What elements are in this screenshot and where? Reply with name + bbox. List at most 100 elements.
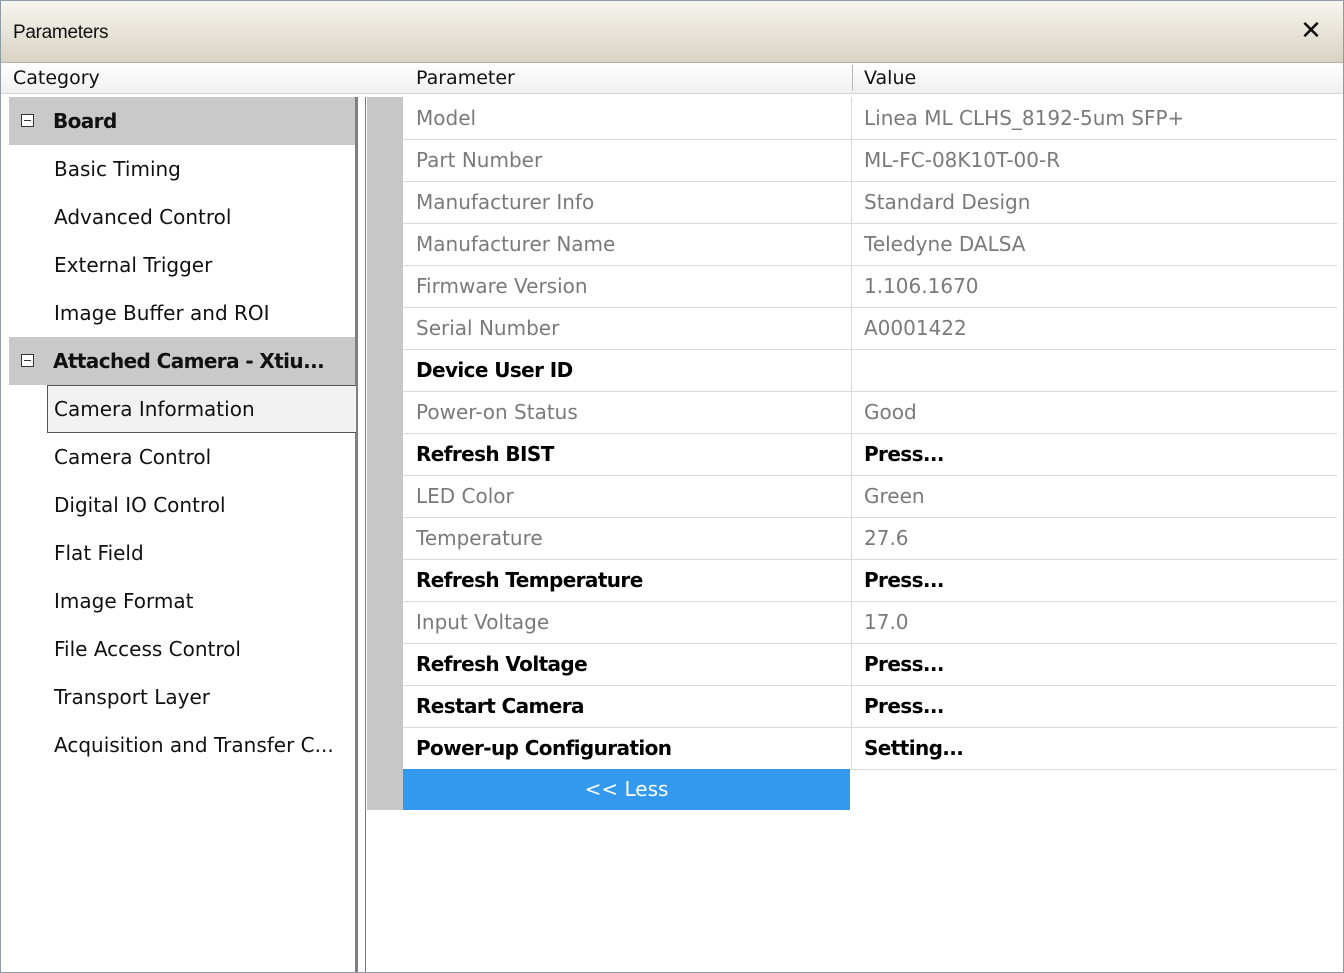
category-label: Board xyxy=(53,109,117,133)
parameter-row[interactable]: Power-up Configuration Setting... xyxy=(403,727,1337,770)
category-label: Basic Timing xyxy=(54,157,181,181)
category-item[interactable]: Basic Timing xyxy=(9,145,355,193)
cell-divider xyxy=(851,475,852,517)
column-header: Category Parameter Value xyxy=(1,63,1343,94)
parameter-value: 1.106.1670 xyxy=(864,274,979,298)
collapse-icon[interactable] xyxy=(21,354,34,367)
parameter-row[interactable]: Serial Number A0001422 xyxy=(403,307,1337,350)
category-label: Camera Control xyxy=(54,445,212,469)
cell-divider xyxy=(851,97,852,139)
parameter-name: Power-on Status xyxy=(416,400,578,424)
parameter-row[interactable]: Power-on Status Good xyxy=(403,391,1337,434)
category-item[interactable]: Advanced Control xyxy=(9,193,355,241)
cell-divider xyxy=(851,685,852,727)
parameter-name: Input Voltage xyxy=(416,610,550,634)
category-item[interactable]: Flat Field xyxy=(9,529,355,577)
parameter-value: ML-FC-08K10T-00-R xyxy=(864,148,1061,172)
cell-divider xyxy=(851,265,852,307)
window-title: Parameters xyxy=(13,22,109,43)
parameter-value: A0001422 xyxy=(864,316,967,340)
category-group[interactable]: Attached Camera - Xtiu... xyxy=(9,337,355,385)
category-label: Advanced Control xyxy=(54,205,232,229)
parameter-value: Teledyne DALSA xyxy=(864,232,1026,256)
parameter-value[interactable]: Press... xyxy=(864,433,944,475)
category-label: File Access Control xyxy=(54,637,241,661)
category-label: Image Format xyxy=(54,589,194,613)
less-button[interactable]: << Less xyxy=(403,769,850,810)
parameter-name: Part Number xyxy=(416,148,543,172)
cell-divider xyxy=(851,643,852,685)
parameter-name: Refresh BIST xyxy=(416,442,554,466)
parameter-name: Temperature xyxy=(416,526,543,550)
collapse-icon[interactable] xyxy=(21,114,34,127)
parameter-value[interactable]: Press... xyxy=(864,685,944,727)
parameter-name: Power-up Configuration xyxy=(416,736,672,760)
parameter-row[interactable]: Model Linea ML CLHS_8192-5um SFP+ xyxy=(403,97,1337,140)
category-label: External Trigger xyxy=(54,253,213,277)
category-item[interactable]: Camera Information xyxy=(9,385,356,433)
parameter-name: Firmware Version xyxy=(416,274,588,298)
parameter-name: Refresh Voltage xyxy=(416,652,588,676)
parameter-row[interactable]: Refresh Voltage Press... xyxy=(403,643,1337,686)
parameter-name: Device User ID xyxy=(416,358,573,382)
parameter-name: Serial Number xyxy=(416,316,560,340)
category-item[interactable]: File Access Control xyxy=(9,625,355,673)
title-bar: Parameters ✕ xyxy=(1,1,1343,63)
parameter-value: Green xyxy=(864,484,925,508)
parameter-name: Manufacturer Name xyxy=(416,232,616,256)
close-icon[interactable]: ✕ xyxy=(1297,13,1325,49)
category-label: Attached Camera - Xtiu... xyxy=(53,349,325,373)
parameter-value[interactable]: Setting... xyxy=(864,727,964,769)
category-label: Digital IO Control xyxy=(54,493,226,517)
header-parameter[interactable]: Parameter xyxy=(416,63,515,93)
cell-divider xyxy=(851,349,852,391)
parameter-row[interactable]: Part Number ML-FC-08K10T-00-R xyxy=(403,139,1337,182)
cell-divider xyxy=(851,517,852,559)
category-group[interactable]: Board xyxy=(9,97,355,145)
category-label: Flat Field xyxy=(54,541,144,565)
cell-divider xyxy=(851,727,852,769)
header-category: Category xyxy=(13,67,100,89)
category-label: Camera Information xyxy=(54,397,255,421)
parameter-row[interactable]: Refresh BIST Press... xyxy=(403,433,1337,476)
header-divider[interactable] xyxy=(852,65,853,91)
parameter-row[interactable]: Firmware Version 1.106.1670 xyxy=(403,265,1337,308)
parameter-name: LED Color xyxy=(416,484,514,508)
cell-divider xyxy=(851,559,852,601)
parameter-row[interactable]: Restart Camera Press... xyxy=(403,685,1337,728)
parameter-row[interactable]: Input Voltage 17.0 xyxy=(403,601,1337,644)
cell-divider xyxy=(851,601,852,643)
category-label: Acquisition and Transfer C... xyxy=(54,733,334,757)
parameter-value[interactable]: Press... xyxy=(864,559,944,601)
parameter-name: Model xyxy=(416,106,477,130)
cell-divider xyxy=(851,391,852,433)
parameters-window: Parameters ✕ Category Parameter Value Bo… xyxy=(0,0,1344,973)
parameter-value: Linea ML CLHS_8192-5um SFP+ xyxy=(864,106,1185,130)
parameter-name: Manufacturer Info xyxy=(416,190,595,214)
category-item[interactable]: Camera Control xyxy=(9,433,355,481)
parameter-row[interactable]: Device User ID xyxy=(403,349,1337,392)
category-item[interactable]: Transport Layer xyxy=(9,673,355,721)
cell-divider xyxy=(851,223,852,265)
category-item[interactable]: Digital IO Control xyxy=(9,481,355,529)
category-tree: Board Basic Timing Advanced Control Externa… xyxy=(9,97,358,972)
cell-divider xyxy=(851,181,852,223)
category-item[interactable]: Image Format xyxy=(9,577,355,625)
category-label: Transport Layer xyxy=(54,685,210,709)
parameter-row[interactable]: Manufacturer Info Standard Design xyxy=(403,181,1337,224)
category-item[interactable]: Acquisition and Transfer C... xyxy=(9,721,355,769)
parameter-row[interactable]: Refresh Temperature Press... xyxy=(403,559,1337,602)
cell-divider xyxy=(851,307,852,349)
category-item[interactable]: External Trigger xyxy=(9,241,355,289)
category-item[interactable]: Image Buffer and ROI xyxy=(9,289,355,337)
parameter-value[interactable]: Press... xyxy=(864,643,944,685)
header-value[interactable]: Value xyxy=(864,63,916,93)
parameter-row[interactable]: LED Color Green xyxy=(403,475,1337,518)
parameter-row[interactable]: Manufacturer Name Teledyne DALSA xyxy=(403,223,1337,266)
parameter-row[interactable]: Temperature 27.6 xyxy=(403,517,1337,560)
parameter-value: 17.0 xyxy=(864,610,909,634)
parameter-value: Good xyxy=(864,400,917,424)
cell-divider xyxy=(851,139,852,181)
parameter-value: Standard Design xyxy=(864,190,1031,214)
cell-divider xyxy=(851,433,852,475)
